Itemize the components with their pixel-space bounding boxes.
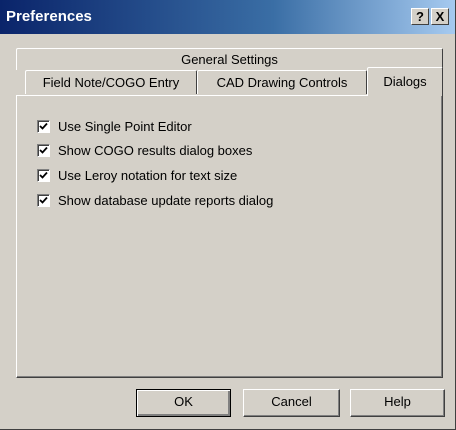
option-use-single-point-editor[interactable]: Use Single Point Editor <box>37 118 192 134</box>
checkbox[interactable] <box>37 168 50 182</box>
help-button[interactable]: Help <box>350 389 445 417</box>
option-use-leroy-notation[interactable]: Use Leroy notation for text size <box>37 167 237 183</box>
option-label: Show COGO results dialog boxes <box>58 142 253 158</box>
cancel-button[interactable]: Cancel <box>243 389 340 417</box>
option-label: Show database update reports dialog <box>58 192 274 208</box>
dialogs-tab-panel: Use Single Point Editor Show COGO result… <box>16 95 443 378</box>
checkmark-icon <box>39 196 48 204</box>
checkmark-icon <box>39 171 48 179</box>
tab-dialogs[interactable]: Dialogs <box>367 67 443 96</box>
checkbox[interactable] <box>37 119 50 133</box>
option-label: Use Single Point Editor <box>58 118 192 134</box>
ok-button[interactable]: OK <box>136 389 231 417</box>
option-show-cogo-results-dialog-boxes[interactable]: Show COGO results dialog boxes <box>37 142 252 158</box>
option-label: Use Leroy notation for text size <box>58 167 238 183</box>
preferences-dialog: Preferences ? X General Settings Field N… <box>0 0 456 430</box>
checkbox[interactable] <box>37 143 50 157</box>
tab-field-note-cogo-entry[interactable]: Field Note/COGO Entry <box>25 70 197 94</box>
help-icon[interactable]: ? <box>411 8 429 25</box>
checkmark-icon <box>39 122 48 130</box>
title-bar[interactable]: Preferences ? X <box>0 0 455 34</box>
window-title: Preferences <box>6 8 92 25</box>
checkmark-icon <box>39 146 48 154</box>
option-show-database-update-reports[interactable]: Show database update reports dialog <box>37 192 273 208</box>
close-icon[interactable]: X <box>431 8 449 25</box>
tab-cad-drawing-controls[interactable]: CAD Drawing Controls <box>197 70 367 94</box>
checkbox[interactable] <box>37 193 50 207</box>
